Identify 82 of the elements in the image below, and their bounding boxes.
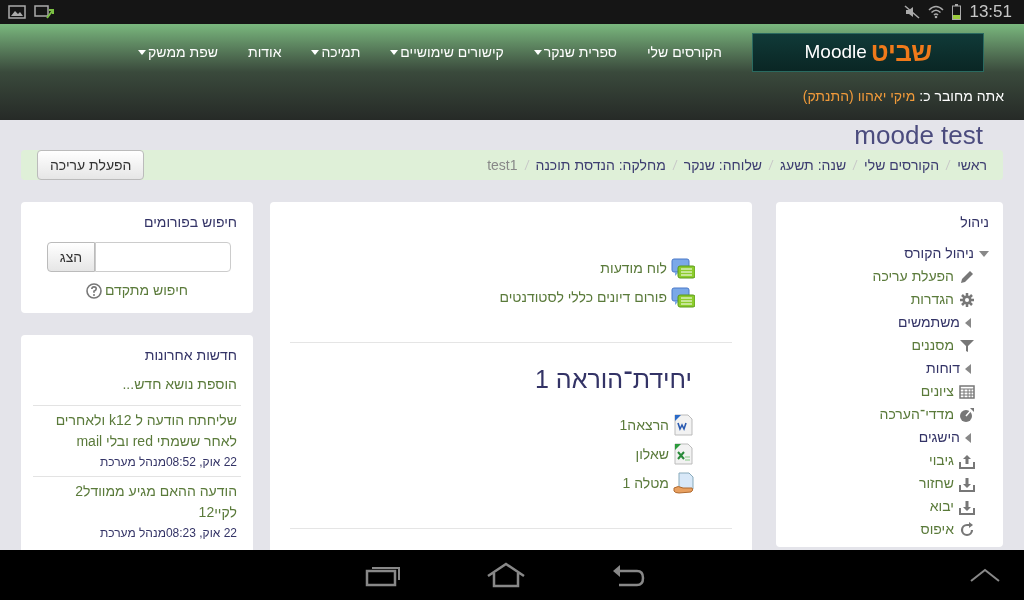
activity-link[interactable]: פורום דיונים כללי לסטודנטים <box>499 287 667 308</box>
gear-icon <box>959 291 975 308</box>
tree-link[interactable]: איפוס <box>920 519 954 540</box>
block-title: חדשות אחרונות <box>143 346 238 365</box>
nav-link[interactable]: תמיכה <box>311 41 361 63</box>
edit-button[interactable]: הפעלת עריכה <box>37 150 145 180</box>
user-link[interactable]: מיקי יאהוו <box>857 85 916 107</box>
tree-branch[interactable]: ניהול הקורס <box>904 243 974 264</box>
mute-icon <box>904 5 921 19</box>
nav-link[interactable]: קישורים שימושיים <box>390 41 504 63</box>
forum-icon <box>671 286 695 309</box>
tree-branch[interactable]: הישגים <box>918 427 960 448</box>
nav-link[interactable]: הקורסים שלי <box>646 41 722 63</box>
news-author: מנהל מערכת <box>99 454 166 471</box>
refresh-icon <box>959 521 975 538</box>
caret-icon <box>390 49 399 55</box>
tree-link[interactable]: ציונים <box>920 381 954 402</box>
breadcrumb-link[interactable]: שנה: תשעג <box>780 154 847 176</box>
tree-link[interactable]: הפעלת עריכה <box>872 266 954 287</box>
activity-link[interactable]: מטלה 1 <box>622 472 669 494</box>
tree-link[interactable]: מסננים <box>911 335 954 356</box>
breadcrumb-link[interactable]: שלוחה: שנקר <box>683 154 763 176</box>
download-icon <box>959 498 975 515</box>
caret-icon <box>311 49 320 55</box>
caret-icon <box>138 49 147 55</box>
home-icon[interactable] <box>486 562 526 588</box>
tree-branch[interactable]: משתמשים <box>898 312 960 333</box>
document-icon <box>673 414 695 436</box>
tree-link[interactable]: יבוא <box>929 496 954 517</box>
advanced-search-link[interactable]: חיפוש מתקדם <box>105 280 188 301</box>
image-icon <box>8 5 26 19</box>
gauge-icon <box>959 406 975 423</box>
separator-icon <box>852 159 859 171</box>
activity-link[interactable]: שאלון <box>635 443 669 465</box>
tree-link[interactable]: גיבוי <box>929 450 954 471</box>
separator-icon <box>523 159 530 171</box>
hand-document-icon <box>673 472 695 494</box>
forum-icon <box>671 257 695 280</box>
spreadsheet-icon <box>673 443 695 465</box>
nav-link[interactable]: שפת ממשק <box>138 41 218 63</box>
activity-link[interactable]: לוח מודעות <box>600 258 667 279</box>
caret-icon <box>533 49 542 55</box>
news-title[interactable]: הודעה ההאם מגיע ממוודל2 לקיי12 <box>33 481 237 523</box>
separator-icon <box>671 159 678 171</box>
tree-link[interactable]: הגדרות <box>910 289 954 310</box>
section-title: יחידת־הוראה 1 <box>534 364 693 395</box>
tree-link[interactable]: שחזור <box>918 473 954 494</box>
help-icon <box>86 282 102 299</box>
news-title[interactable]: שליחתח הודעה ל k12 ולאחרים לאחר ששמתי red ובלי mail <box>33 410 237 452</box>
activity-link[interactable]: הרצאה1 <box>619 414 669 436</box>
screen-sync-icon <box>34 4 54 20</box>
block-title: חיפוש בפורומים <box>143 213 237 232</box>
breadcrumb-link[interactable]: מחלקה: הנדסת תוכנה <box>535 154 666 176</box>
breadcrumb-link[interactable]: הקורסים שלי <box>864 154 940 176</box>
separator-icon <box>768 159 775 171</box>
download-icon <box>959 475 975 492</box>
news-date: 22 אוק, 08:23 <box>165 525 237 542</box>
add-topic-link[interactable]: הוספת נושא חדש... <box>33 374 241 395</box>
search-field[interactable] <box>95 242 231 272</box>
wifi-icon <box>928 5 945 19</box>
logout-link[interactable]: (התנתק) <box>802 85 854 107</box>
funnel-icon <box>959 337 975 354</box>
news-author: מנהל מערכת <box>99 525 166 542</box>
block-title: ניהול <box>959 213 989 232</box>
separator-icon <box>945 159 952 171</box>
chevron-up-icon[interactable] <box>970 568 1000 582</box>
breadcrumb-link[interactable]: test1 <box>487 154 518 176</box>
battery-icon <box>952 4 962 20</box>
clock: 13:51 <box>969 1 1012 24</box>
upload-icon <box>959 452 975 469</box>
breadcrumb-link[interactable]: ראשי <box>957 154 987 176</box>
page-title: moode test <box>854 120 983 150</box>
show-button[interactable]: הצג <box>47 242 95 272</box>
pencil-icon <box>959 268 975 285</box>
table-icon <box>959 383 975 400</box>
tree-branch[interactable]: דוחות <box>926 358 960 379</box>
tree-link[interactable]: מדדי־הערכה <box>879 404 954 425</box>
back-icon[interactable] <box>611 563 645 587</box>
login-info: אתה מחובר כ: <box>919 86 1004 106</box>
nav-link[interactable]: אודות <box>247 41 282 63</box>
nav-link[interactable]: ספרית שנקר <box>533 41 617 63</box>
news-date: 22 אוק, 08:52 <box>165 454 237 471</box>
